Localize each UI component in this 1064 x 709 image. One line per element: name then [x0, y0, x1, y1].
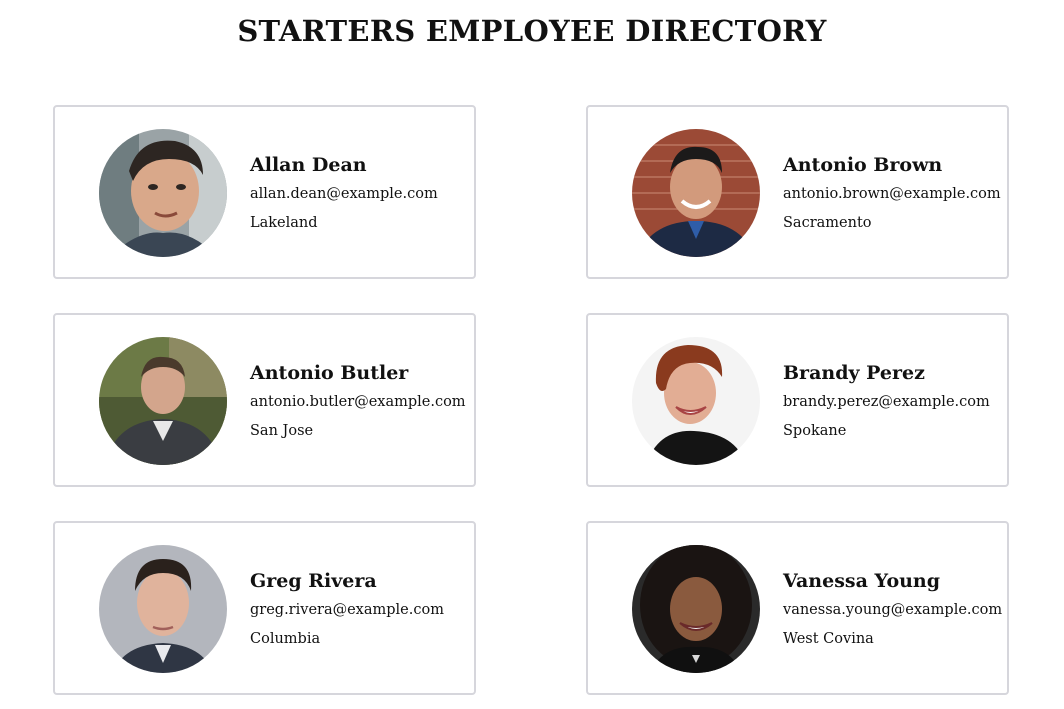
employee-city: Columbia [250, 631, 321, 647]
employee-grid: Allan Dean allan.dean@example.com Lakela… [0, 0, 1064, 709]
employee-card[interactable]: Allan Dean allan.dean@example.com Lakela… [53, 105, 476, 279]
employee-info: Allan Dean allan.dean@example.com Lakela… [250, 153, 438, 233]
employee-email: antonio.butler@example.com [250, 394, 466, 410]
employee-card[interactable]: Greg Rivera greg.rivera@example.com Colu… [53, 521, 476, 695]
employee-info: Brandy Perez brandy.perez@example.com Sp… [783, 361, 990, 441]
avatar [632, 545, 760, 673]
employee-city: West Covina [783, 631, 874, 647]
employee-card[interactable]: Antonio Butler antonio.butler@example.co… [53, 313, 476, 487]
employee-card[interactable]: Brandy Perez brandy.perez@example.com Sp… [586, 313, 1009, 487]
employee-name: Vanessa Young [783, 570, 941, 592]
employee-email: antonio.brown@example.com [783, 186, 1001, 202]
employee-email: allan.dean@example.com [250, 186, 438, 202]
avatar [632, 129, 760, 257]
employee-city: Sacramento [783, 215, 872, 231]
employee-name: Greg Rivera [250, 570, 377, 592]
employee-info: Antonio Butler antonio.butler@example.co… [250, 361, 466, 441]
employee-name: Antonio Brown [783, 154, 943, 176]
employee-city: Spokane [783, 423, 847, 439]
avatar [99, 129, 227, 257]
employee-name: Allan Dean [250, 154, 367, 176]
avatar [99, 545, 227, 673]
employee-name: Brandy Perez [783, 362, 925, 384]
employee-info: Antonio Brown antonio.brown@example.com … [783, 153, 1001, 233]
employee-email: greg.rivera@example.com [250, 602, 444, 618]
employee-info: Greg Rivera greg.rivera@example.com Colu… [250, 569, 444, 649]
employee-city: Lakeland [250, 215, 318, 231]
employee-city: San Jose [250, 423, 314, 439]
avatar [632, 337, 760, 465]
employee-email: vanessa.young@example.com [783, 602, 1003, 618]
employee-card[interactable]: Vanessa Young vanessa.young@example.com … [586, 521, 1009, 695]
employee-name: Antonio Butler [250, 362, 409, 384]
employee-info: Vanessa Young vanessa.young@example.com … [783, 569, 1002, 649]
avatar [99, 337, 227, 465]
employee-card[interactable]: Antonio Brown antonio.brown@example.com … [586, 105, 1009, 279]
employee-email: brandy.perez@example.com [783, 394, 990, 410]
